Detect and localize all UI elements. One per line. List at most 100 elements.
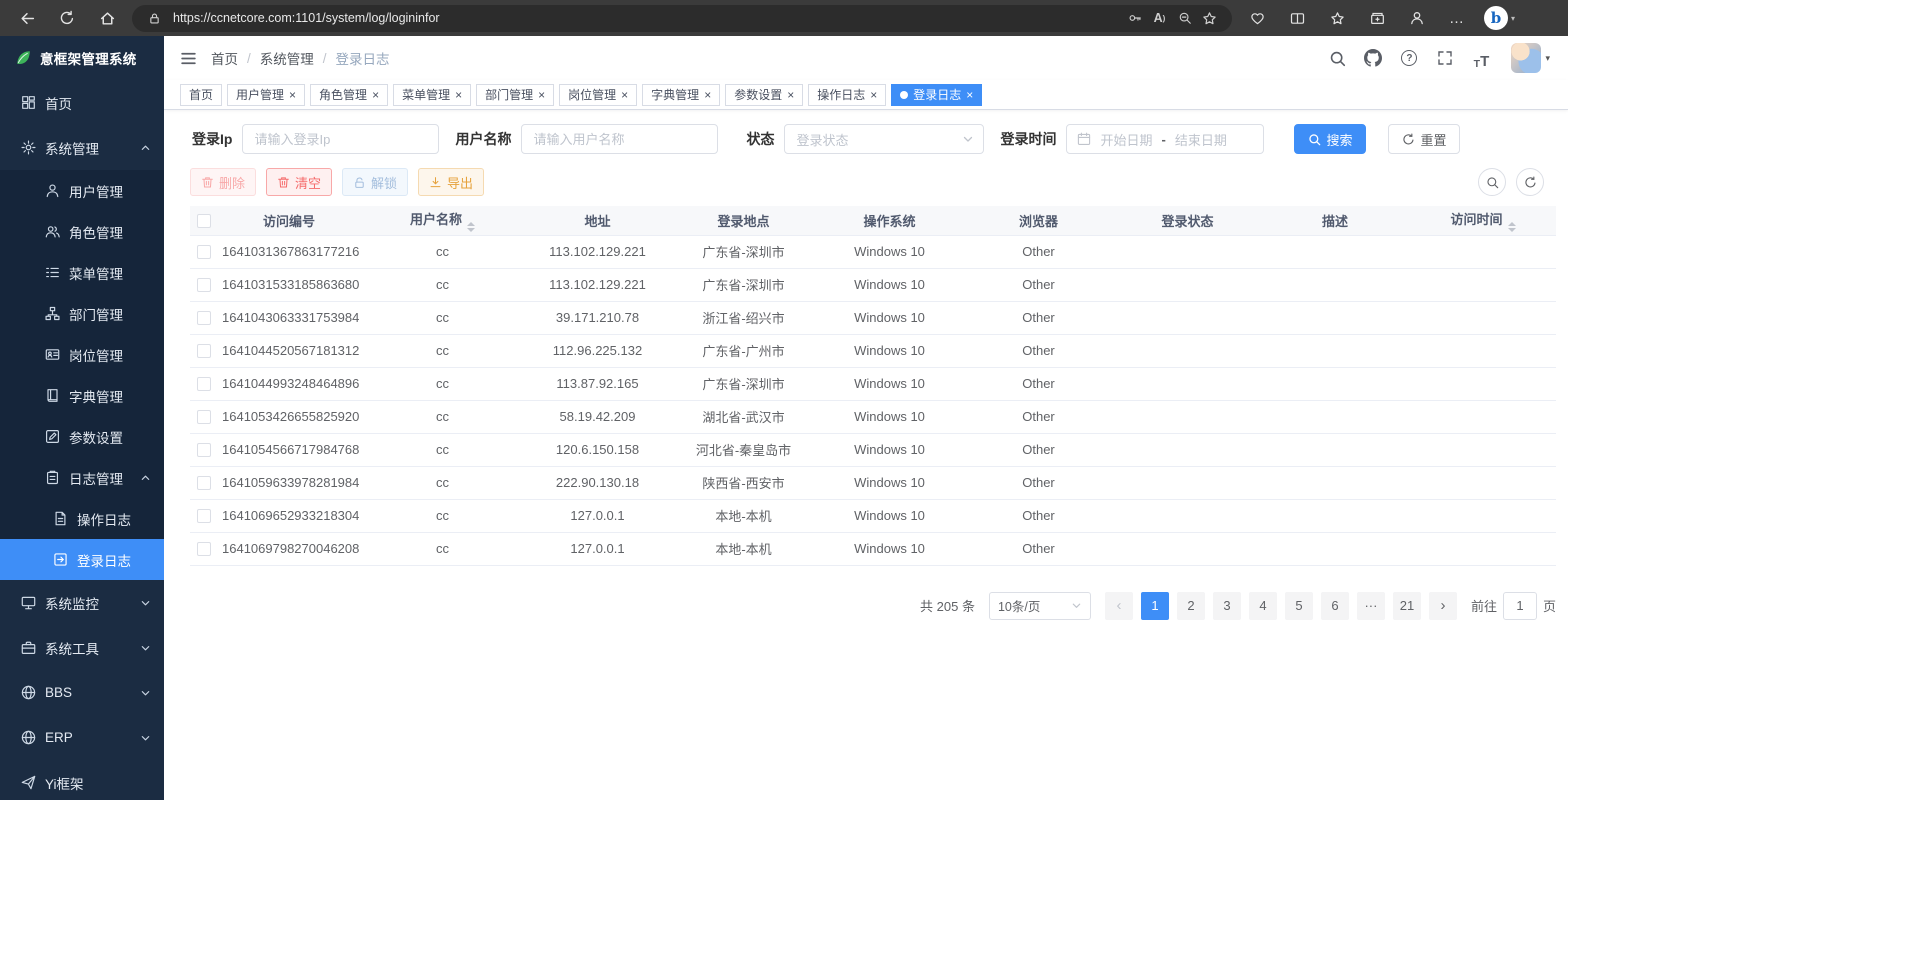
sidebar-item-dept-mgmt[interactable]: 部门管理 xyxy=(0,293,164,334)
back-button[interactable] xyxy=(10,4,44,32)
close-icon[interactable]: × xyxy=(870,89,877,101)
page-button-5[interactable]: 5 xyxy=(1285,592,1313,620)
favorite-star-icon[interactable] xyxy=(1197,6,1222,30)
collections-icon[interactable] xyxy=(1360,4,1394,32)
column-os[interactable]: 操作系统 xyxy=(817,206,962,235)
row-checkbox[interactable] xyxy=(197,344,211,358)
row-checkbox[interactable] xyxy=(197,377,211,391)
column-time[interactable]: 访问时间 xyxy=(1410,206,1556,235)
fullscreen-icon[interactable] xyxy=(1433,46,1457,70)
row-checkbox[interactable] xyxy=(197,245,211,259)
sidebar-item-log-mgmt[interactable]: 日志管理 xyxy=(0,457,164,498)
pagination-more-button[interactable]: ··· xyxy=(1357,592,1385,620)
page-button-1[interactable]: 1 xyxy=(1141,592,1169,620)
sidebar-item-role-mgmt[interactable]: 角色管理 xyxy=(0,211,164,252)
search-button[interactable]: 搜索 xyxy=(1294,124,1366,154)
page-size-select[interactable]: 10条/页 xyxy=(989,592,1091,620)
close-icon[interactable]: × xyxy=(621,89,628,101)
tab-param-settings[interactable]: 参数设置× xyxy=(725,84,803,106)
prev-page-button[interactable]: ‹ xyxy=(1105,592,1133,620)
sidebar-item-param-settings[interactable]: 参数设置 xyxy=(0,416,164,457)
help-icon[interactable]: ? xyxy=(1397,46,1421,70)
select-all-checkbox[interactable] xyxy=(197,214,211,228)
close-icon[interactable]: × xyxy=(538,89,545,101)
login-time-range-picker[interactable]: 开始日期 - 结束日期 xyxy=(1066,124,1264,154)
close-icon[interactable]: × xyxy=(704,89,711,101)
page-button-2[interactable]: 2 xyxy=(1177,592,1205,620)
tab-post-mgmt[interactable]: 岗位管理× xyxy=(559,84,637,106)
zoom-icon[interactable] xyxy=(1172,6,1197,30)
tab-user-mgmt[interactable]: 用户管理× xyxy=(227,84,305,106)
favorites-icon[interactable] xyxy=(1320,4,1354,32)
row-checkbox[interactable] xyxy=(197,443,211,457)
close-icon[interactable]: × xyxy=(289,89,296,101)
refresh-button[interactable] xyxy=(50,4,84,32)
search-icon[interactable] xyxy=(1325,46,1349,70)
user-name-input[interactable] xyxy=(521,124,718,154)
start-date-placeholder[interactable]: 开始日期 xyxy=(1100,130,1152,149)
sidebar-toggle[interactable] xyxy=(180,50,197,67)
sidebar-item-system-mgmt[interactable]: 系统管理 xyxy=(0,125,164,170)
page-button-4[interactable]: 4 xyxy=(1249,592,1277,620)
password-key-icon[interactable] xyxy=(1122,6,1147,30)
unlock-button[interactable]: 解锁 xyxy=(342,168,408,196)
address-bar[interactable]: https://ccnetcore.com:1101/system/log/lo… xyxy=(132,5,1232,32)
status-select[interactable]: 登录状态 xyxy=(784,124,984,154)
page-button-3[interactable]: 3 xyxy=(1213,592,1241,620)
url-text[interactable]: https://ccnetcore.com:1101/system/log/lo… xyxy=(173,11,1122,25)
column-location[interactable]: 登录地点 xyxy=(670,206,817,235)
row-checkbox[interactable] xyxy=(197,509,211,523)
breadcrumb-item[interactable]: 系统管理 xyxy=(260,48,314,68)
sidebar-item-operation-log[interactable]: 操作日志 xyxy=(0,498,164,539)
close-icon[interactable]: × xyxy=(455,89,462,101)
font-size-icon[interactable]: TT xyxy=(1469,46,1493,70)
tab-operation-log[interactable]: 操作日志× xyxy=(808,84,886,106)
next-page-button[interactable]: › xyxy=(1429,592,1457,620)
sidebar-item-system-monitor[interactable]: 系统监控 xyxy=(0,580,164,625)
login-ip-input[interactable] xyxy=(242,124,439,154)
tab-login-log[interactable]: 登录日志× xyxy=(891,84,982,106)
page-button-21[interactable]: 21 xyxy=(1393,592,1421,620)
sidebar-item-yi-framework[interactable]: Yi框架 xyxy=(0,760,164,800)
row-checkbox[interactable] xyxy=(197,278,211,292)
row-checkbox[interactable] xyxy=(197,476,211,490)
sort-icon[interactable] xyxy=(467,222,475,232)
toggle-search-button[interactable] xyxy=(1478,168,1506,196)
user-avatar[interactable] xyxy=(1511,43,1541,73)
goto-page-input[interactable] xyxy=(1503,592,1537,620)
browser-menu-icon[interactable]: … xyxy=(1440,4,1474,32)
browser-essentials-icon[interactable] xyxy=(1240,4,1274,32)
tab-home[interactable]: 首页 xyxy=(180,84,222,106)
sidebar-item-erp[interactable]: ERP xyxy=(0,715,164,760)
split-screen-icon[interactable] xyxy=(1280,4,1314,32)
row-checkbox[interactable] xyxy=(197,410,211,424)
sidebar-item-dict-mgmt[interactable]: 字典管理 xyxy=(0,375,164,416)
end-date-placeholder[interactable]: 结束日期 xyxy=(1175,130,1227,149)
column-description[interactable]: 描述 xyxy=(1260,206,1410,235)
column-browser[interactable]: 浏览器 xyxy=(962,206,1115,235)
sidebar-item-menu-mgmt[interactable]: 菜单管理 xyxy=(0,252,164,293)
close-icon[interactable]: × xyxy=(966,89,973,101)
sidebar-item-user-mgmt[interactable]: 用户管理 xyxy=(0,170,164,211)
reset-button[interactable]: 重置 xyxy=(1388,124,1460,154)
close-icon[interactable]: × xyxy=(787,89,794,101)
refresh-table-button[interactable] xyxy=(1516,168,1544,196)
clear-button[interactable]: 清空 xyxy=(266,168,332,196)
column-id[interactable]: 访问编号 xyxy=(218,206,360,235)
column-address[interactable]: 地址 xyxy=(525,206,670,235)
sidebar-item-login-log[interactable]: 登录日志 xyxy=(0,539,164,580)
profile-icon[interactable] xyxy=(1400,4,1434,32)
github-icon[interactable] xyxy=(1361,46,1385,70)
site-lock-icon[interactable] xyxy=(142,6,167,30)
bing-discover-icon[interactable]: b xyxy=(1484,6,1508,30)
home-button[interactable] xyxy=(90,4,124,32)
close-icon[interactable]: × xyxy=(372,89,379,101)
breadcrumb-item[interactable]: 首页 xyxy=(211,48,238,68)
tab-dict-mgmt[interactable]: 字典管理× xyxy=(642,84,720,106)
export-button[interactable]: 导出 xyxy=(418,168,484,196)
tab-role-mgmt[interactable]: 角色管理× xyxy=(310,84,388,106)
delete-button[interactable]: 删除 xyxy=(190,168,256,196)
read-aloud-icon[interactable]: A) xyxy=(1147,6,1172,30)
page-button-6[interactable]: 6 xyxy=(1321,592,1349,620)
sort-icon[interactable] xyxy=(1508,222,1516,232)
